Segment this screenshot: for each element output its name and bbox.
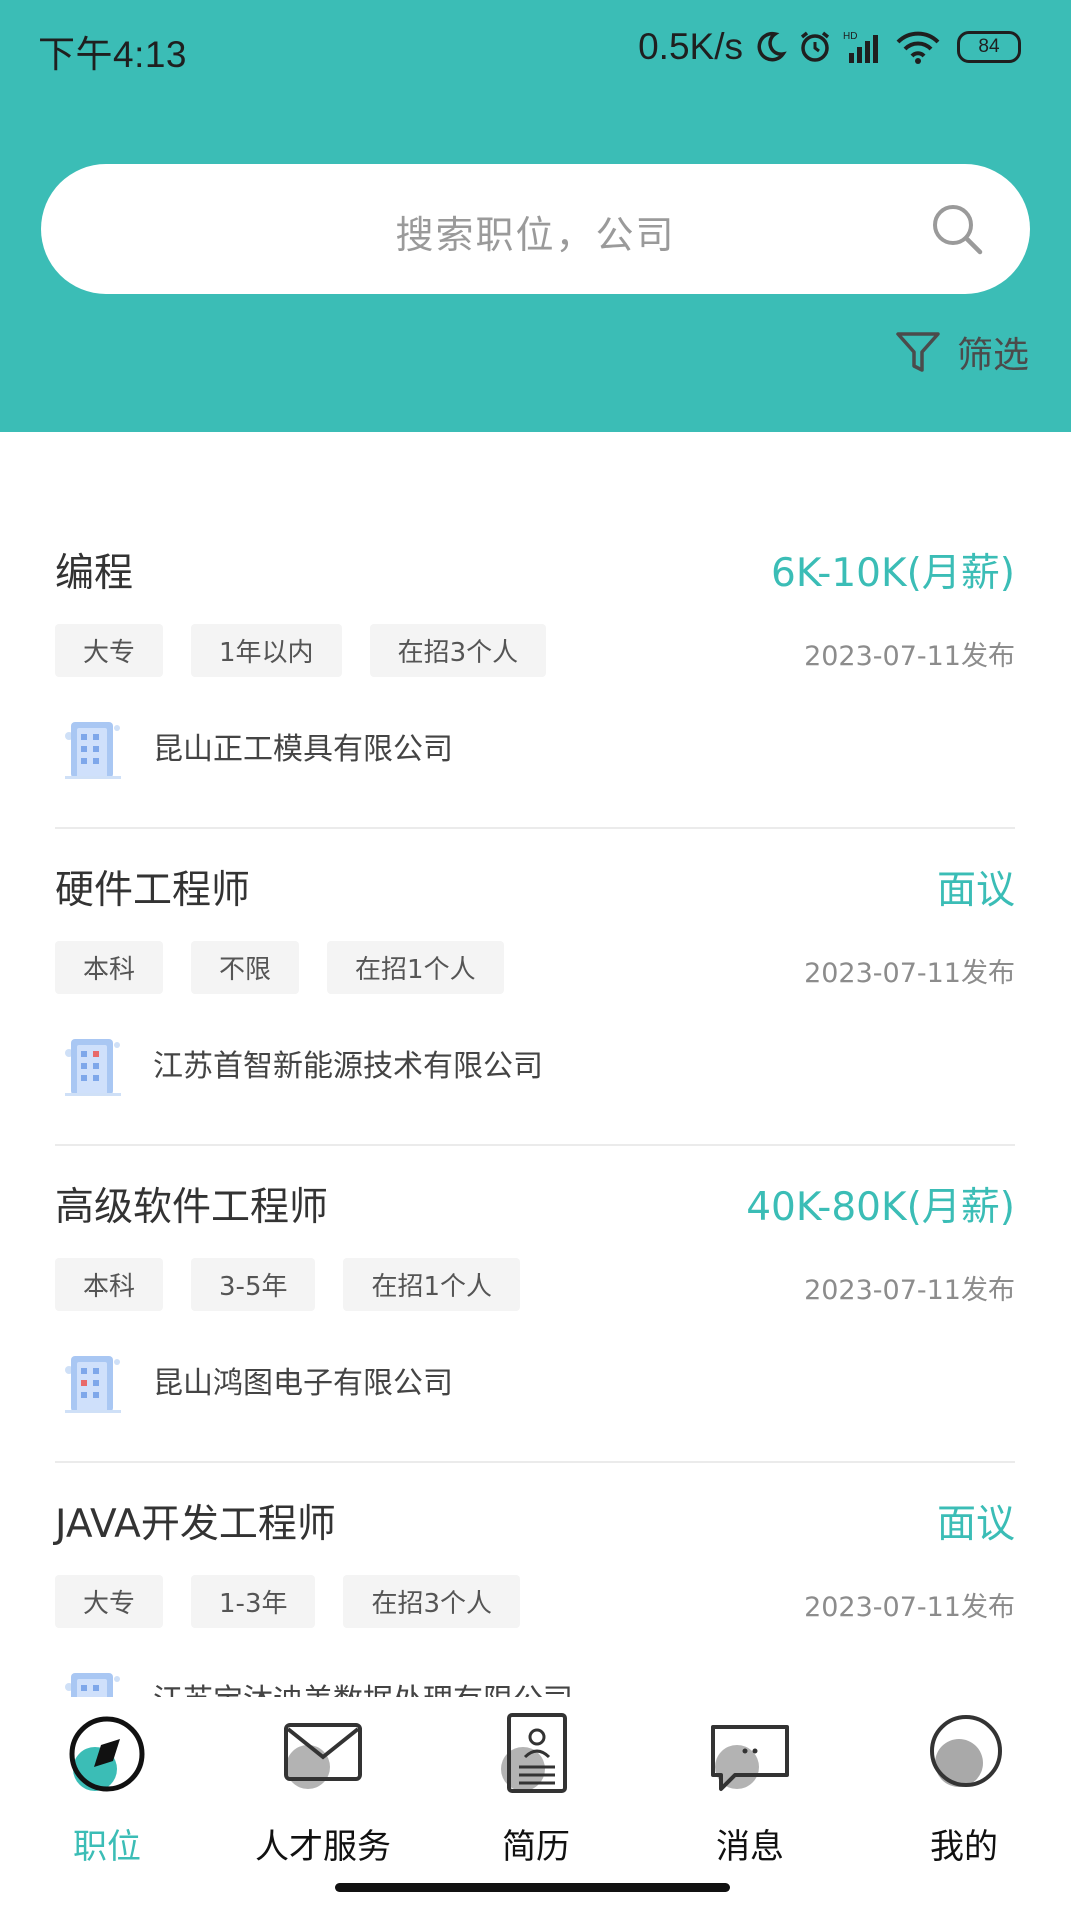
tag-experience: 不限 xyxy=(191,941,300,994)
job-tags: 大专 1-3年 在招3个人 xyxy=(55,1575,521,1628)
job-card[interactable]: 硬件工程师 面议 本科 不限 在招1个人 2023-07-11发布 江苏首智新能… xyxy=(55,829,1015,1146)
job-date: 2023-07-11发布 xyxy=(804,958,1015,989)
tab-label: 我的 xyxy=(930,1827,998,1867)
filter-label: 筛选 xyxy=(956,335,1029,376)
job-tags: 本科 不限 在招1个人 xyxy=(55,941,504,994)
tag-experience: 1年以内 xyxy=(191,624,342,677)
bottom-tab-bar: 职位 人才服务 简历 消息 我的 xyxy=(0,1697,1071,1911)
job-list: 编程 6K-10K(月薪) 大专 1年以内 在招3个人 2023-07-11发布… xyxy=(55,512,1015,1780)
job-date: 2023-07-11发布 xyxy=(804,641,1015,672)
company-name: 江苏首智新能源技术有限公司 xyxy=(153,1049,543,1084)
tab-messages[interactable]: 消息 xyxy=(660,1711,840,1868)
job-date: 2023-07-11发布 xyxy=(804,1275,1015,1306)
tab-label: 简历 xyxy=(502,1827,570,1867)
message-icon xyxy=(711,1725,789,1791)
job-title: 高级软件工程师 xyxy=(55,1185,329,1230)
job-salary: 面议 xyxy=(936,868,1015,913)
filter-icon xyxy=(896,332,940,372)
home-indicator xyxy=(335,1883,730,1892)
wifi-icon xyxy=(896,31,940,64)
tab-talent-service[interactable]: 人才服务 xyxy=(233,1711,413,1868)
job-date: 2023-07-11发布 xyxy=(804,1592,1015,1623)
company-name: 昆山鸿图电子有限公司 xyxy=(153,1366,453,1401)
job-card[interactable]: 高级软件工程师 40K-80K(月薪) 本科 3-5年 在招1个人 2023-0… xyxy=(55,1146,1015,1463)
company-row[interactable]: 昆山鸿图电子有限公司 xyxy=(55,1342,453,1418)
tab-label: 消息 xyxy=(716,1827,784,1867)
tab-profile[interactable]: 我的 xyxy=(874,1711,1054,1868)
tab-label: 人才服务 xyxy=(255,1827,391,1867)
filter-button[interactable]: 筛选 xyxy=(895,326,1029,378)
tab-resume[interactable]: 简历 xyxy=(446,1711,626,1868)
tag-headcount: 在招1个人 xyxy=(343,1258,521,1311)
company-name: 昆山正工模具有限公司 xyxy=(153,732,453,767)
position-icon xyxy=(69,1716,145,1792)
tag-headcount: 在招1个人 xyxy=(327,941,504,994)
tab-jobs[interactable]: 职位 xyxy=(17,1711,197,1868)
status-bar: 下午4:13 0.5K/s HD 84 xyxy=(0,0,1071,96)
tab-label: 职位 xyxy=(73,1827,141,1867)
job-salary: 面议 xyxy=(936,1502,1015,1547)
battery-icon: 84 xyxy=(957,31,1021,63)
job-title: 编程 xyxy=(55,551,134,596)
tag-education: 大专 xyxy=(55,624,164,677)
job-card[interactable]: 编程 6K-10K(月薪) 大专 1年以内 在招3个人 2023-07-11发布… xyxy=(55,512,1015,829)
job-salary: 40K-80K(月薪) xyxy=(746,1185,1015,1230)
svg-text:HD: HD xyxy=(843,31,857,42)
status-time: 下午4:13 xyxy=(38,34,188,75)
company-row[interactable]: 江苏首智新能源技术有限公司 xyxy=(55,1025,543,1101)
search-input[interactable]: 搜索职位，公司 xyxy=(41,164,1030,294)
alarm-icon xyxy=(800,31,830,62)
tag-education: 本科 xyxy=(55,941,164,994)
hd-signal-icon: HD xyxy=(843,31,878,63)
company-building-icon xyxy=(65,1039,121,1096)
status-icons: 0.5K/s HD 84 xyxy=(638,22,1021,72)
resume-icon xyxy=(501,1713,567,1793)
tag-headcount: 在招3个人 xyxy=(369,624,547,677)
profile-icon xyxy=(930,1715,1002,1787)
tag-headcount: 在招3个人 xyxy=(343,1575,521,1628)
tag-education: 本科 xyxy=(55,1258,164,1311)
job-tags: 大专 1年以内 在招3个人 xyxy=(55,624,547,677)
header: 下午4:13 0.5K/s HD 84 搜索职位，公司 筛选 xyxy=(0,0,1071,432)
company-building-icon xyxy=(65,1356,121,1413)
company-building-icon xyxy=(65,722,121,779)
search-placeholder: 搜索职位，公司 xyxy=(395,213,676,257)
tag-experience: 3-5年 xyxy=(191,1258,316,1311)
tag-education: 大专 xyxy=(55,1575,164,1628)
tag-experience: 1-3年 xyxy=(191,1575,316,1628)
job-salary: 6K-10K(月薪) xyxy=(771,551,1015,596)
job-title: JAVA开发工程师 xyxy=(55,1502,336,1547)
search-icon[interactable] xyxy=(928,200,986,258)
company-row[interactable]: 昆山正工模具有限公司 xyxy=(55,708,453,784)
job-tags: 本科 3-5年 在招1个人 xyxy=(55,1258,521,1311)
network-speed: 0.5K/s xyxy=(638,26,743,67)
mail-icon xyxy=(284,1723,362,1789)
moon-icon xyxy=(757,31,787,62)
job-title: 硬件工程师 xyxy=(55,868,251,913)
